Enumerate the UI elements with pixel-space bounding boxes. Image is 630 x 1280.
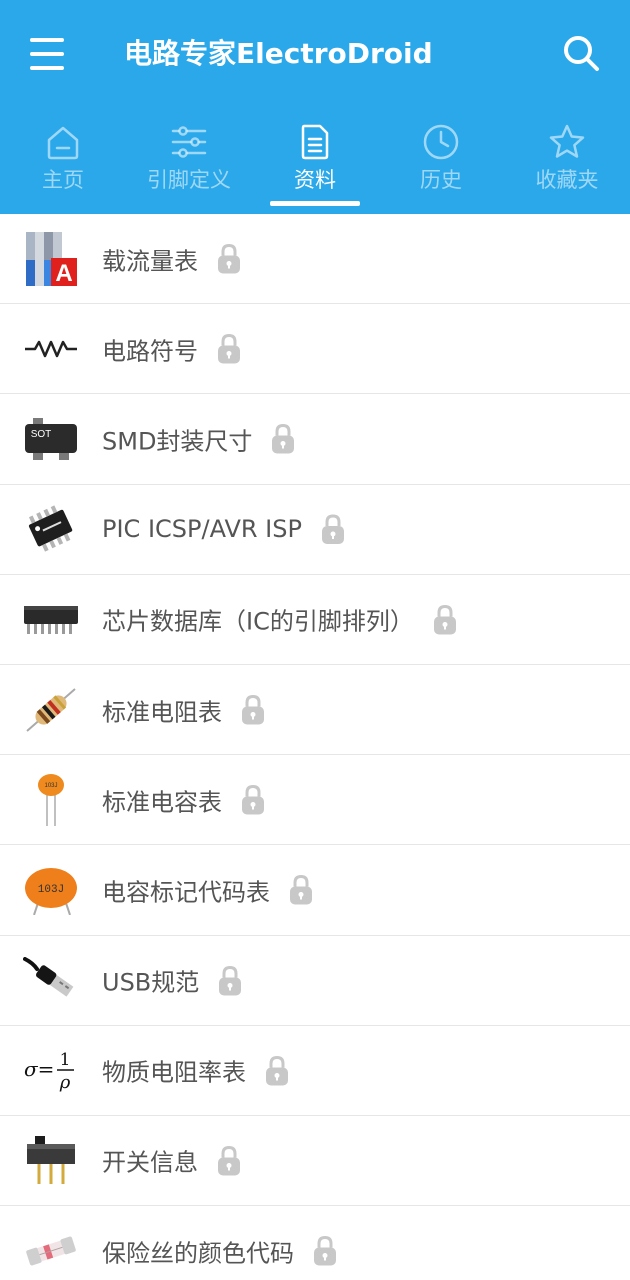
list-item-label: SMD封装尺寸: [102, 421, 296, 456]
list-item-text: 电容标记代码表: [102, 878, 270, 907]
list-item-label: 标准电阻表: [102, 692, 266, 727]
list-item[interactable]: PIC ICSP/AVR ISP: [0, 485, 630, 575]
lock-icon: [264, 1054, 290, 1086]
microchip-icon: [22, 498, 80, 560]
tab-favorites[interactable]: 收藏夹: [504, 108, 630, 214]
list-item-text: USB规范: [102, 968, 200, 997]
list-item[interactable]: 电路符号: [0, 304, 630, 395]
resistor-symbol-icon: [22, 318, 80, 380]
tab-pinouts-label: 引脚定义: [147, 168, 231, 192]
list-item-text: 保险丝的颜色代码: [102, 1239, 294, 1268]
formula-sigma: σ=: [24, 1057, 54, 1081]
lock-icon: [216, 1144, 242, 1176]
tab-bar: 主页 引脚定义 资料 历史 收藏夹: [0, 108, 630, 214]
lock-icon: [217, 964, 243, 996]
list-item-text: 载流量表: [102, 247, 198, 276]
slide-switch-icon: [22, 1129, 80, 1191]
list-item[interactable]: A 载流量表: [0, 214, 630, 305]
fuse-icon: [22, 1220, 80, 1280]
sliders-icon: [169, 122, 209, 162]
document-icon: [295, 122, 335, 162]
lock-icon: [288, 874, 314, 906]
list-item-text: 物质电阻率表: [102, 1058, 246, 1087]
menu-line: [30, 66, 64, 70]
list-item[interactable]: 芯片数据库（IC的引脚排列）: [0, 575, 630, 665]
tab-history[interactable]: 历史: [378, 108, 504, 214]
sot-package-icon: SOT: [22, 408, 80, 470]
list-item-label: PIC ICSP/AVR ISP: [102, 513, 346, 545]
lock-icon: [216, 333, 242, 365]
list-item[interactable]: 开关信息: [0, 1116, 630, 1207]
sot-text: SOT: [31, 429, 52, 440]
list-item-text: 标准电容表: [102, 788, 222, 817]
dip-ic-icon: [22, 588, 80, 650]
list-item-text: 芯片数据库（IC的引脚排列）: [102, 607, 414, 636]
list-item[interactable]: USB规范: [0, 936, 630, 1026]
top-bar: 电路专家ElectroDroid: [0, 0, 630, 108]
cap-big-text: 103J: [38, 884, 64, 896]
clock-icon: [421, 122, 461, 162]
app-root: 电路专家ElectroDroid 主页 引脚定义 资料 历史 收藏夹 A 载流量…: [0, 0, 630, 1280]
formula-num: 1: [60, 1050, 71, 1070]
menu-line: [30, 52, 64, 56]
hamburger-menu-icon[interactable]: [30, 38, 70, 70]
list-item[interactable]: SOT SMD封装尺寸: [0, 394, 630, 485]
app-bar: 电路专家ElectroDroid 主页 引脚定义 资料 历史 收藏夹: [0, 0, 630, 214]
tab-home-label: 主页: [42, 168, 84, 192]
tab-history-label: 历史: [420, 168, 462, 192]
cap-small-text: 103J: [44, 783, 57, 789]
lock-icon: [270, 423, 296, 455]
tab-resources-label: 资料: [294, 168, 336, 192]
menu-line: [30, 38, 64, 42]
home-icon: [43, 122, 83, 162]
resistivity-formula-icon: σ= 1 ρ: [22, 1039, 80, 1101]
resource-list: A 载流量表 电路符号 SOT SMD封装尺寸 PIC ICSP/AVR ISP…: [0, 214, 630, 1280]
lock-icon: [216, 243, 242, 275]
list-item[interactable]: 103J 电容标记代码表: [0, 845, 630, 936]
lock-icon: [432, 603, 458, 635]
lock-icon: [312, 1235, 338, 1267]
list-item-label: 电路符号: [102, 331, 242, 366]
list-item-label: 标准电容表: [102, 782, 266, 817]
resistor-icon: [22, 679, 80, 741]
list-item-text: SMD封装尺寸: [102, 427, 253, 456]
tab-favorites-label: 收藏夹: [535, 168, 599, 192]
list-item-label: 开关信息: [102, 1143, 242, 1178]
list-item[interactable]: σ= 1 ρ 物质电阻率表: [0, 1026, 630, 1116]
list-item-text: PIC ICSP/AVR ISP: [102, 515, 302, 544]
lock-icon: [240, 694, 266, 726]
wire-ampere-icon: A: [22, 228, 80, 290]
list-item-label: 电容标记代码表: [102, 872, 314, 907]
list-item-text: 电路符号: [102, 337, 198, 366]
tab-resources[interactable]: 资料: [252, 108, 378, 214]
ceramic-capacitor-103j-icon: 103J: [22, 859, 80, 921]
usb-connector-icon: [22, 949, 80, 1011]
list-item[interactable]: 103J 标准电容表: [0, 755, 630, 846]
list-item-label: USB规范: [102, 963, 243, 998]
list-item-text: 标准电阻表: [102, 698, 222, 727]
list-item-label: 芯片数据库（IC的引脚排列）: [102, 602, 458, 637]
lock-icon: [320, 513, 346, 545]
list-item-text: 开关信息: [102, 1148, 198, 1177]
list-item[interactable]: 标准电阻表: [0, 665, 630, 756]
lock-icon: [240, 784, 266, 816]
star-icon: [547, 122, 587, 162]
formula-den: ρ: [59, 1072, 71, 1093]
tab-pinouts[interactable]: 引脚定义: [126, 108, 252, 214]
list-item-label: 保险丝的颜色代码: [102, 1233, 338, 1268]
list-item-label: 物质电阻率表: [102, 1053, 290, 1088]
search-icon[interactable]: [560, 32, 602, 74]
ceramic-capacitor-small-icon: 103J: [22, 769, 80, 831]
app-title: 电路专家ElectroDroid: [124, 37, 433, 70]
tab-home[interactable]: 主页: [0, 108, 126, 214]
ampere-letter: A: [55, 260, 72, 287]
list-item[interactable]: 保险丝的颜色代码: [0, 1206, 630, 1280]
tab-indicator: [270, 201, 360, 206]
list-item-label: 载流量表: [102, 241, 242, 276]
